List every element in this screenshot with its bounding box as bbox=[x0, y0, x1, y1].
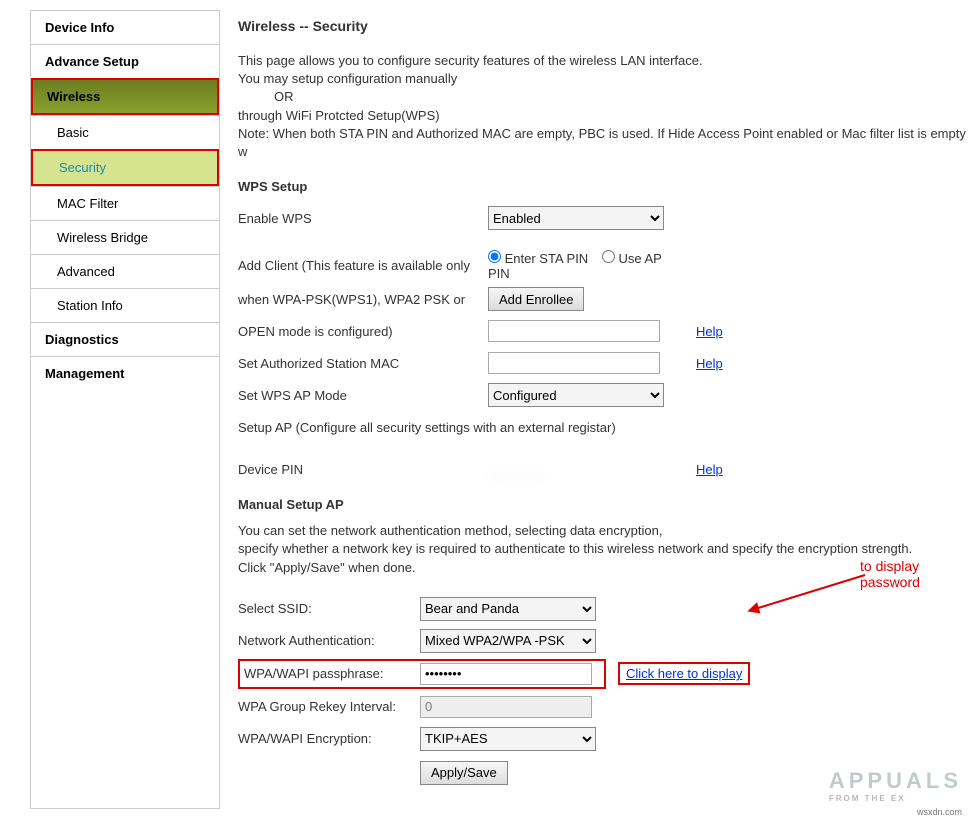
set-mac-label: Set Authorized Station MAC bbox=[238, 356, 488, 371]
enter-sta-pin-label: Enter STA PIN bbox=[505, 251, 589, 266]
annotation-arrow-icon bbox=[745, 565, 875, 615]
enc-label: WPA/WAPI Encryption: bbox=[238, 731, 420, 746]
network-auth-select[interactable]: Mixed WPA2/WPA -PSK bbox=[420, 629, 596, 653]
intro-line: You may setup configuration manually bbox=[238, 70, 968, 88]
help-link[interactable]: Help bbox=[696, 324, 723, 339]
add-client-label-2: when WPA-PSK(WPS1), WPA2 PSK or bbox=[238, 292, 488, 307]
add-enrollee-button[interactable]: Add Enrollee bbox=[488, 287, 584, 311]
use-ap-pin-radio[interactable] bbox=[602, 250, 615, 263]
sidebar-item-advanced[interactable]: Advanced bbox=[31, 254, 219, 288]
sidebar-item-wireless[interactable]: Wireless bbox=[31, 78, 219, 115]
intro-text: This page allows you to configure securi… bbox=[238, 52, 968, 161]
enter-sta-pin-radio[interactable] bbox=[488, 250, 501, 263]
add-client-radio-group: Enter STA PIN Use AP PIN bbox=[488, 250, 668, 281]
sidebar-item-mac-filter[interactable]: MAC Filter bbox=[31, 186, 219, 220]
sidebar-item-basic[interactable]: Basic bbox=[31, 115, 219, 149]
intro-note: Note: When both STA PIN and Authorized M… bbox=[238, 125, 968, 161]
display-link-highlight: Click here to display bbox=[618, 662, 750, 685]
rekey-label: WPA Group Rekey Interval: bbox=[238, 699, 420, 714]
intro-line: OR bbox=[238, 88, 968, 106]
help-link[interactable]: Help bbox=[696, 356, 723, 371]
enable-wps-label: Enable WPS bbox=[238, 211, 488, 226]
help-link[interactable]: Help bbox=[696, 462, 723, 477]
sidebar-item-advance-setup[interactable]: Advance Setup bbox=[31, 44, 219, 78]
manual-desc-line: specify whether a network key is require… bbox=[238, 540, 968, 558]
intro-line: through WiFi Protcted Setup(WPS) bbox=[238, 107, 968, 125]
wps-ap-mode-select[interactable]: Configured bbox=[488, 383, 664, 407]
encryption-select[interactable]: TKIP+AES bbox=[420, 727, 596, 751]
auth-label: Network Authentication: bbox=[238, 633, 420, 648]
manual-desc-line: You can set the network authentication m… bbox=[238, 522, 968, 540]
watermark-sub: FROM THE EX bbox=[829, 794, 962, 803]
watermark: APPUALS FROM THE EX bbox=[829, 768, 962, 803]
add-client-label-3: OPEN mode is configured) bbox=[238, 324, 488, 339]
click-to-display-link[interactable]: Click here to display bbox=[626, 666, 742, 681]
sidebar: Device Info Advance Setup Wireless Basic… bbox=[30, 10, 220, 809]
device-pin-value: ________ bbox=[488, 462, 668, 477]
device-pin-label: Device PIN bbox=[238, 462, 488, 477]
apply-save-button[interactable]: Apply/Save bbox=[420, 761, 508, 785]
sidebar-item-diagnostics[interactable]: Diagnostics bbox=[31, 322, 219, 356]
page-title: Wireless -- Security bbox=[238, 18, 968, 34]
sidebar-item-security[interactable]: Security bbox=[31, 149, 219, 186]
watermark-name: APPUALS bbox=[829, 768, 962, 793]
passphrase-row-highlight: WPA/WAPI passphrase: bbox=[238, 659, 606, 689]
manual-heading: Manual Setup AP bbox=[238, 497, 968, 512]
add-client-label-1: Add Client (This feature is available on… bbox=[238, 258, 488, 273]
enable-wps-select[interactable]: Enabled bbox=[488, 206, 664, 230]
annotation-text: to display password bbox=[860, 558, 968, 590]
enrollee-input[interactable] bbox=[488, 320, 660, 342]
ssid-label: Select SSID: bbox=[238, 601, 420, 616]
passphrase-input[interactable] bbox=[420, 663, 592, 685]
wps-ap-mode-label: Set WPS AP Mode bbox=[238, 388, 488, 403]
sidebar-item-management[interactable]: Management bbox=[31, 356, 219, 390]
intro-line: This page allows you to configure securi… bbox=[238, 52, 968, 70]
rekey-input[interactable] bbox=[420, 696, 592, 718]
sidebar-item-station-info[interactable]: Station Info bbox=[31, 288, 219, 322]
sidebar-item-wireless-bridge[interactable]: Wireless Bridge bbox=[31, 220, 219, 254]
authorized-mac-input[interactable] bbox=[488, 352, 660, 374]
wps-heading: WPS Setup bbox=[238, 179, 968, 194]
main-content: Wireless -- Security This page allows yo… bbox=[220, 0, 968, 809]
sidebar-item-device-info[interactable]: Device Info bbox=[31, 10, 219, 44]
setup-ap-note: Setup AP (Configure all security setting… bbox=[238, 420, 616, 435]
passphrase-label: WPA/WAPI passphrase: bbox=[244, 666, 420, 681]
ssid-select[interactable]: Bear and Panda bbox=[420, 597, 596, 621]
site-credit: wsxdn.com bbox=[917, 807, 962, 817]
